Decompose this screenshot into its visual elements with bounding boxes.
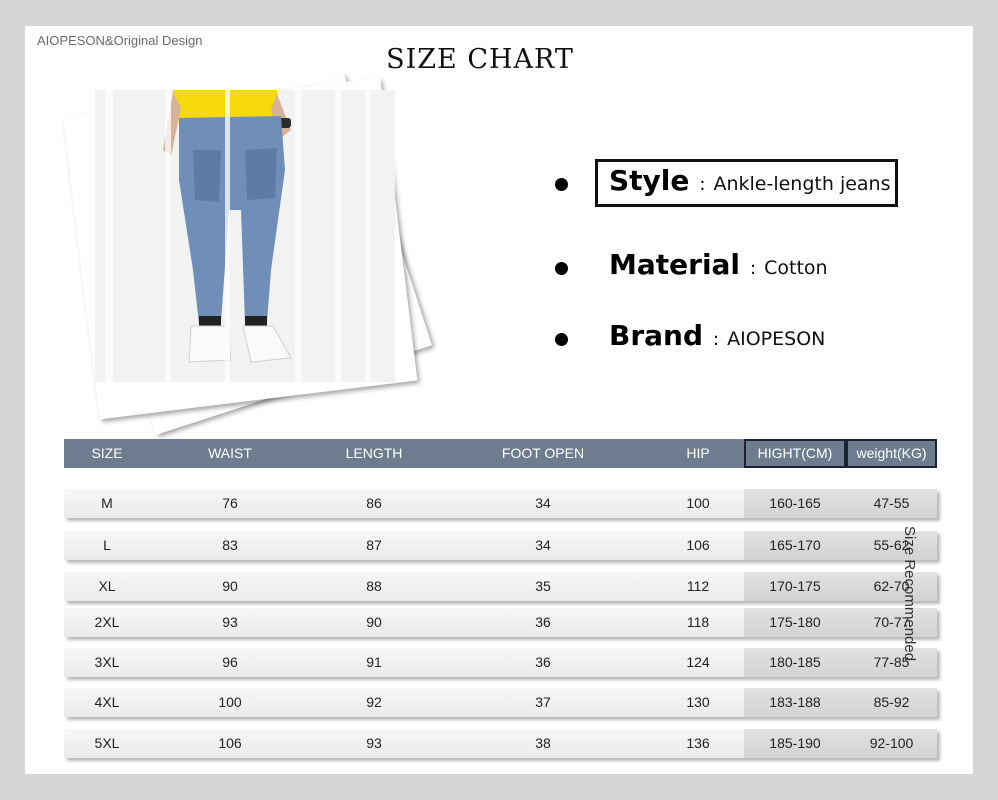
cell-waist: 83 xyxy=(222,537,238,553)
table-row: XL 90 88 35 112 170-175 62-70 xyxy=(64,572,937,601)
cell-foot-open: 36 xyxy=(535,654,551,670)
cell-hip: 124 xyxy=(686,654,710,670)
cell-waist: 76 xyxy=(222,495,238,511)
cell-weight: 85-92 xyxy=(873,694,910,710)
cell-length: 87 xyxy=(366,537,382,553)
cell-height: 165-170 xyxy=(769,537,821,553)
info-separator: : xyxy=(750,258,757,279)
header-size: SIZE xyxy=(91,445,123,461)
bullet-dot xyxy=(555,262,568,275)
info-separator: : xyxy=(713,329,720,350)
header-hip: HIP xyxy=(686,445,710,461)
header-length: LENGTH xyxy=(345,445,403,461)
info-key: Material xyxy=(609,248,741,281)
cell-height: 170-175 xyxy=(769,578,821,594)
bullet-dot xyxy=(555,333,568,346)
cell-size: M xyxy=(101,495,113,511)
cell-size: L xyxy=(103,537,111,553)
info-value: Cotton xyxy=(764,257,828,279)
cell-foot-open: 35 xyxy=(535,578,551,594)
cell-hip: 112 xyxy=(686,578,710,594)
cell-waist: 93 xyxy=(222,614,238,630)
cell-size: 3XL xyxy=(94,654,120,670)
info-key: Style xyxy=(609,164,690,197)
cell-size: 4XL xyxy=(94,694,120,710)
cell-weight: 92-100 xyxy=(869,735,914,751)
cell-height: 180-185 xyxy=(769,654,821,670)
header-foot-open: FOOT OPEN xyxy=(501,445,585,461)
cell-hip: 130 xyxy=(686,694,710,710)
table-row: M 76 86 34 100 160-165 47-55 xyxy=(64,489,937,518)
cell-length: 86 xyxy=(366,495,382,511)
header-waist: WAIST xyxy=(208,445,252,461)
size-recommended-label: Size Recommended xyxy=(901,526,918,662)
cell-weight: 47-55 xyxy=(873,495,910,511)
size-chart-sheet: AIOPESON&Original Design SIZE CHART Styl… xyxy=(25,26,973,774)
cell-length: 90 xyxy=(366,614,382,630)
cell-waist: 90 xyxy=(222,578,238,594)
bullet-dot xyxy=(555,178,568,191)
info-key: Brand xyxy=(609,319,704,352)
cell-hip: 136 xyxy=(686,735,710,751)
table-header: SIZE WAIST LENGTH FOOT OPEN HIP HIGHT(CM… xyxy=(64,439,937,468)
cell-waist: 106 xyxy=(218,735,242,751)
header-height: HIGHT(CM) xyxy=(744,439,846,468)
cell-foot-open: 36 xyxy=(535,614,551,630)
cell-weight: 77-85 xyxy=(873,654,910,670)
cell-hip: 100 xyxy=(686,495,710,511)
info-value: AIOPESON xyxy=(727,328,826,350)
table-row: 3XL 96 91 36 124 180-185 77-85 xyxy=(64,648,937,677)
table-row: 5XL 106 93 38 136 185-190 92-100 xyxy=(64,729,937,758)
cell-weight: 62-70 xyxy=(873,578,910,594)
cell-size: 5XL xyxy=(94,735,120,751)
cell-waist: 100 xyxy=(218,694,242,710)
table-row: 4XL 100 92 37 130 183-188 85-92 xyxy=(64,688,937,717)
header-weight: weight(KG) xyxy=(846,439,937,468)
cell-waist: 96 xyxy=(222,654,238,670)
cell-length: 88 xyxy=(366,578,382,594)
cell-height: 185-190 xyxy=(769,735,821,751)
page-title: SIZE CHART xyxy=(386,44,574,75)
cell-size: 2XL xyxy=(94,614,120,630)
cell-foot-open: 34 xyxy=(535,537,551,553)
table-row: L 83 87 34 106 165-170 55-62 xyxy=(64,531,937,560)
cell-height: 183-188 xyxy=(769,694,821,710)
cell-height: 160-165 xyxy=(769,495,821,511)
cell-height: 175-180 xyxy=(769,614,821,630)
cell-weight: 70-77 xyxy=(873,614,910,630)
cell-length: 92 xyxy=(366,694,382,710)
table-row: 2XL 93 90 36 118 175-180 70-77 xyxy=(64,608,937,637)
cell-hip: 118 xyxy=(686,614,710,630)
cell-length: 93 xyxy=(366,735,382,751)
cell-weight: 55-62 xyxy=(873,537,910,553)
info-separator: : xyxy=(699,174,706,195)
cell-foot-open: 38 xyxy=(535,735,551,751)
cell-foot-open: 34 xyxy=(535,495,551,511)
info-value: Ankle-length jeans xyxy=(713,173,891,195)
cell-foot-open: 37 xyxy=(535,694,551,710)
cell-hip: 106 xyxy=(686,537,710,553)
cell-size: XL xyxy=(98,578,116,594)
cell-length: 91 xyxy=(366,654,382,670)
product-photo xyxy=(95,90,395,382)
